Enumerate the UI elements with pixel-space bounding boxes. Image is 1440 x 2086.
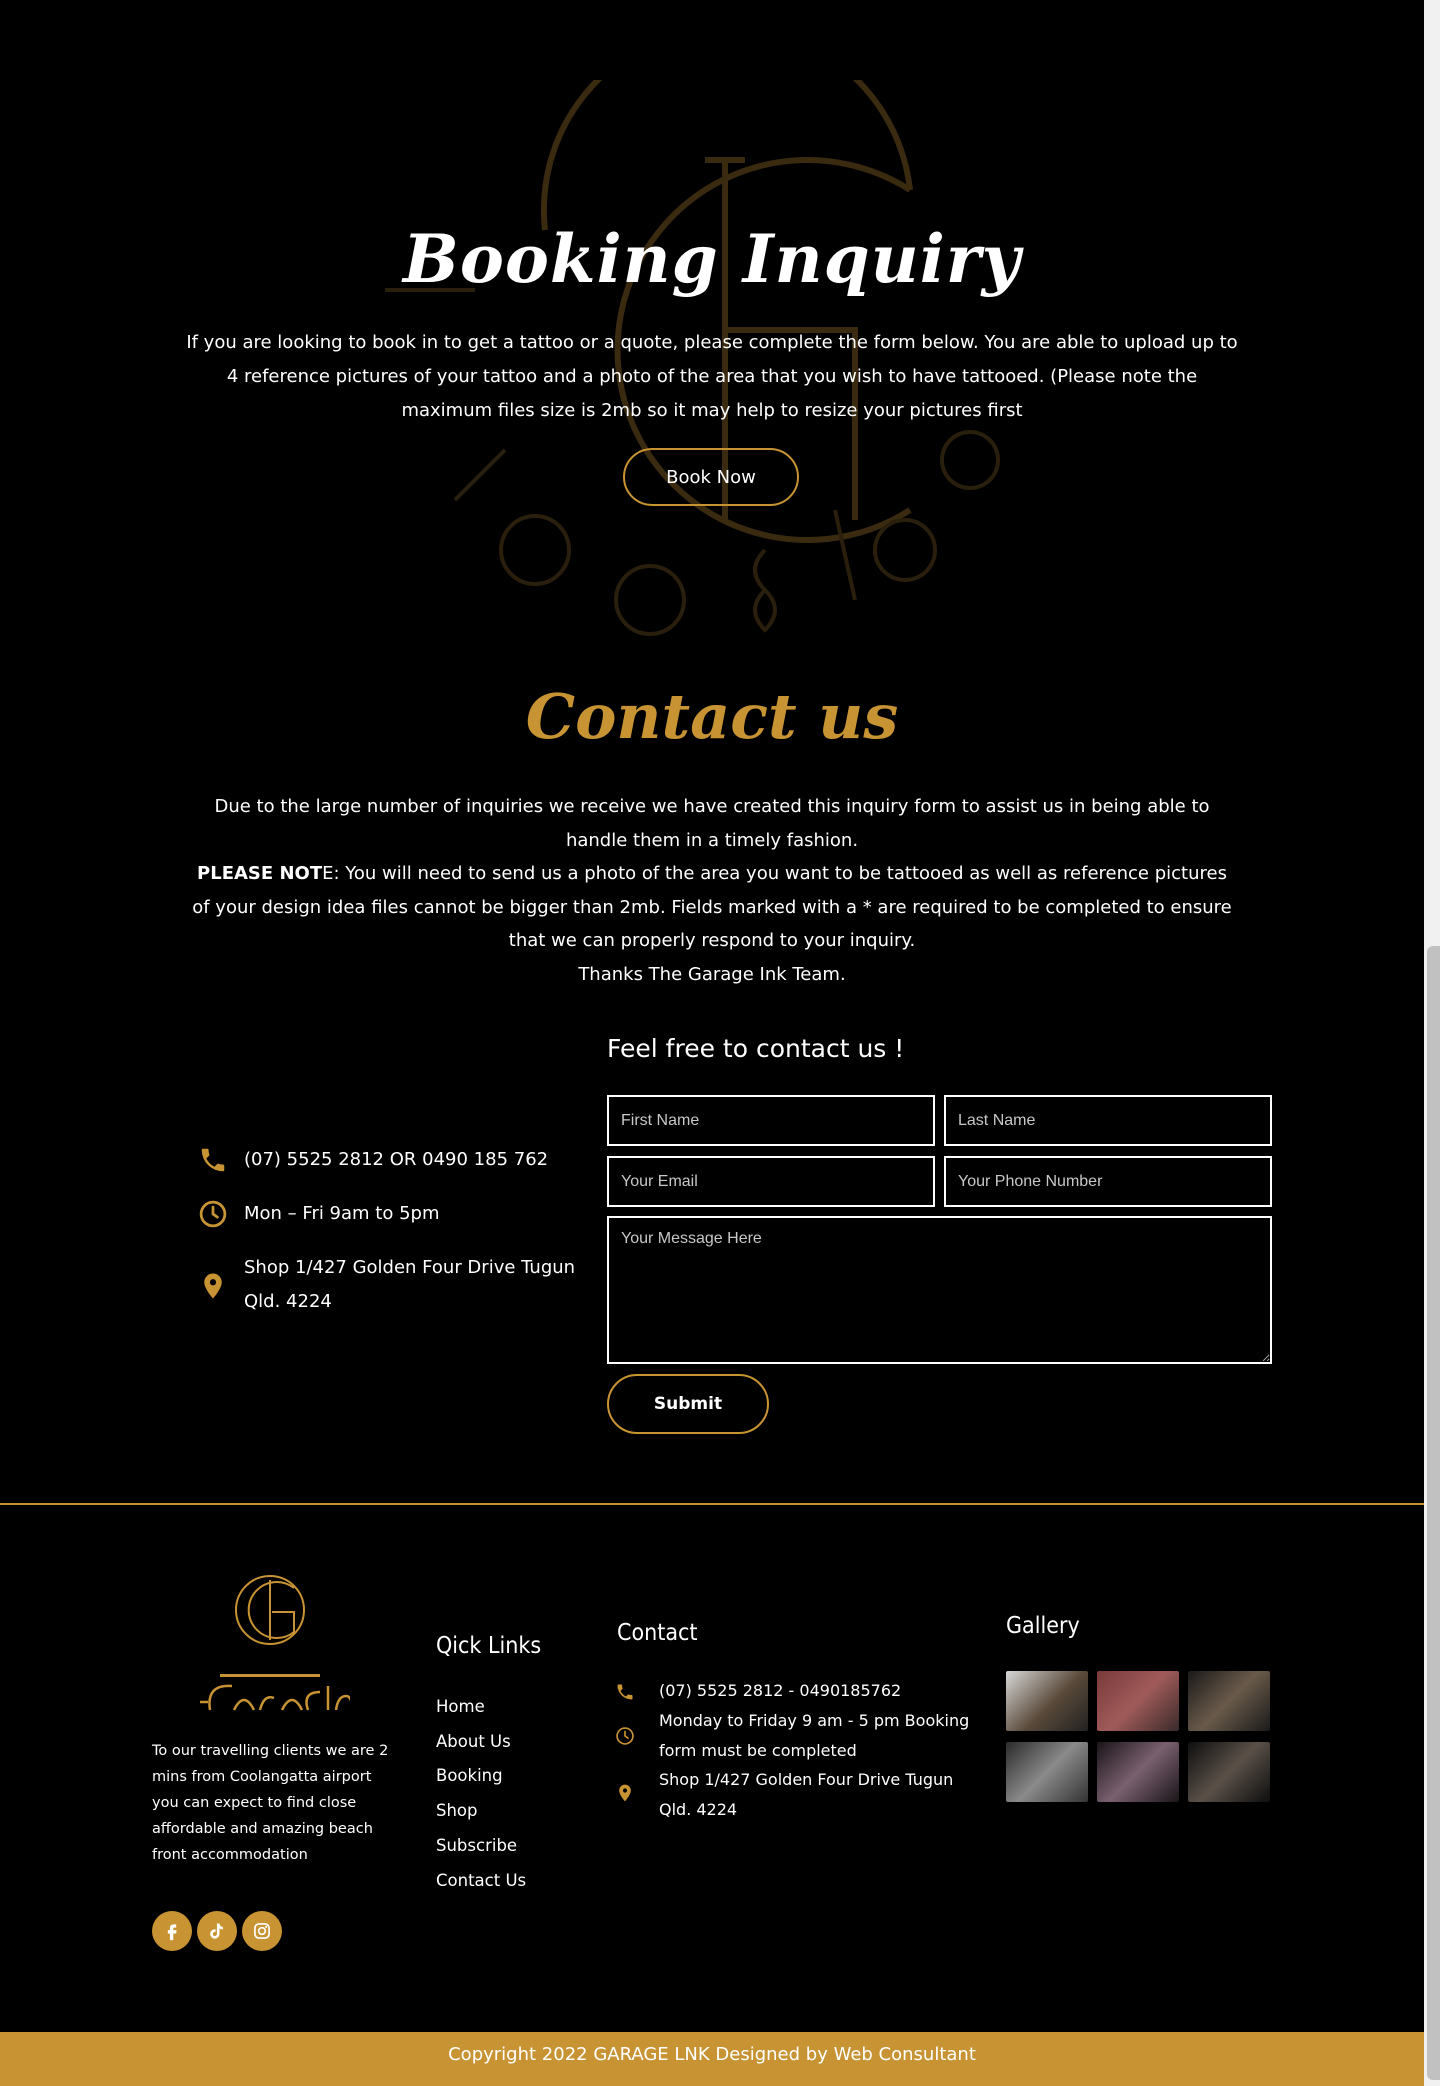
phone-icon (617, 1684, 633, 1700)
facebook-icon (167, 1924, 177, 1941)
gallery-grid (1006, 1671, 1270, 1803)
footer-phone-text: (07) 5525 2812 - 0490185762 (659, 1681, 902, 1700)
quick-link-booking[interactable]: Booking (436, 1759, 526, 1794)
contact-note-bold: PLEASE NOT (197, 863, 323, 884)
quick-link-shop[interactable]: Shop (436, 1794, 526, 1829)
footer-hours-text: Monday to Friday 9 am - 5 pm Booking for… (659, 1711, 970, 1760)
footer-contact-title: Contact (617, 1620, 698, 1646)
garage-ink-logo (200, 1575, 350, 1711)
contact-hours-text: Mon – Fri 9am to 5pm (244, 1203, 440, 1224)
footer-address-text: Shop 1/427 Golden Four Drive Tugun Qld. … (659, 1770, 954, 1819)
quick-link-contact-us[interactable]: Contact Us (436, 1864, 526, 1899)
book-now-button[interactable]: Book Now (623, 448, 799, 506)
facebook-link[interactable] (152, 1911, 192, 1951)
contact-title: Contact us (525, 680, 899, 753)
copyright-text: Copyright 2022 GARAGE LNK Designed by We… (448, 2044, 976, 2065)
contact-thanks: Thanks The Garage Ink Team. (578, 963, 846, 985)
quick-link-home[interactable]: Home (436, 1690, 526, 1725)
quick-links-title: Qick Links (436, 1633, 542, 1659)
contact-note-rest: E: You will need to send us a photo of t… (192, 863, 1232, 951)
quick-link-about-us[interactable]: About Us (436, 1725, 526, 1760)
gallery-title: Gallery (1006, 1613, 1080, 1639)
email-input[interactable] (607, 1156, 935, 1207)
phone-icon (201, 1148, 225, 1172)
contact-address-text: Shop 1/427 Golden Four Drive Tugun Qld. … (244, 1257, 576, 1312)
location-pin-icon (619, 1784, 631, 1802)
scrollbar-thumb[interactable] (1427, 946, 1440, 2080)
page: Booking Inquiry If you are looking to bo… (0, 0, 1424, 2086)
quick-link-subscribe[interactable]: Subscribe (436, 1829, 526, 1864)
tiktok-icon (210, 1923, 223, 1939)
quick-links-list: Home About Us Booking Shop Subscribe Con… (436, 1690, 526, 1898)
contact-note: PLEASE NOTE: You will need to send us a … (190, 857, 1234, 958)
footer-divider (0, 1503, 1424, 1505)
contact-intro: Due to the large number of inquiries we … (214, 796, 1210, 851)
location-pin-icon (204, 1273, 222, 1299)
first-name-input[interactable] (607, 1095, 935, 1146)
phone-input[interactable] (944, 1156, 1272, 1207)
gallery-image[interactable] (1188, 1742, 1270, 1802)
page-scrollbar[interactable] (1424, 0, 1440, 2086)
footer-about-text: To our travelling clients we are 2 mins … (152, 1743, 389, 1863)
gallery-image[interactable] (1097, 1742, 1179, 1802)
instagram-link[interactable] (242, 1911, 282, 1951)
submit-button[interactable]: Submit (607, 1374, 769, 1434)
clock-icon (199, 1200, 227, 1228)
contact-phone-text: (07) 5525 2812 OR 0490 185 762 (244, 1149, 549, 1170)
gallery-image[interactable] (1097, 1671, 1179, 1731)
gallery-image[interactable] (1006, 1742, 1088, 1802)
clock-icon (616, 1727, 634, 1745)
tiktok-link[interactable] (197, 1911, 237, 1951)
booking-title: Booking Inquiry (403, 220, 1021, 298)
message-textarea[interactable] (607, 1216, 1272, 1364)
form-heading: Feel free to contact us ! (607, 1034, 905, 1063)
gallery-image[interactable] (1006, 1671, 1088, 1731)
instagram-icon (254, 1923, 270, 1939)
contact-description: Due to the large number of inquiries we … (190, 790, 1234, 991)
last-name-input[interactable] (944, 1095, 1272, 1146)
booking-description: If you are looking to book in to get a t… (186, 332, 1238, 421)
gallery-image[interactable] (1188, 1671, 1270, 1731)
